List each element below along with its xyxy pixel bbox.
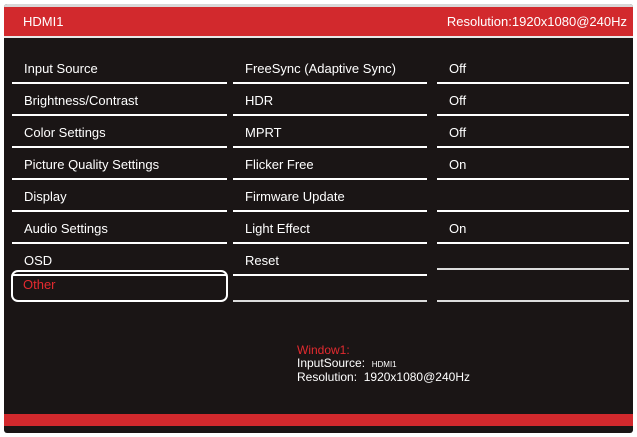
submenu-item-firmware-update[interactable]: Firmware Update [233, 182, 427, 212]
value-flicker-free[interactable]: On [437, 150, 629, 180]
menu-item-label: Audio Settings [24, 221, 108, 236]
menu-item-brightness-contrast[interactable]: Brightness/Contrast [12, 86, 227, 116]
menu-item-label: Brightness/Contrast [24, 93, 139, 108]
menu-item-picture-quality-settings[interactable]: Picture Quality Settings [12, 150, 227, 180]
submenu-item-label: Light Effect [245, 221, 310, 236]
menu-item-input-source[interactable]: Input Source [12, 54, 227, 84]
submenu-item-label: FreeSync (Adaptive Sync) [245, 61, 397, 76]
value-freesync[interactable]: Off [437, 54, 629, 84]
resolution-indicator: Resolution:1920x1080@240Hz [446, 14, 627, 29]
submenu-item-freesync[interactable]: FreeSync (Adaptive Sync) [233, 54, 427, 84]
resolution-info: Resolution: 1920x1080@240Hz [297, 371, 470, 384]
menu-item-audio-settings[interactable]: Audio Settings [12, 214, 227, 244]
header-divider [4, 36, 633, 38]
value-mprt[interactable]: Off [437, 118, 629, 148]
menu-item-label: Picture Quality Settings [24, 157, 160, 172]
resolution-value: 1920x1080@240Hz [363, 370, 470, 384]
submenu-item-label: HDR [245, 93, 274, 108]
value-firmware-update [437, 182, 629, 212]
menu-item-label: Color Settings [24, 125, 106, 140]
osd-menu: HDMI1 Resolution:1920x1080@240Hz Input S… [4, 4, 633, 433]
window-info: Window1: InputSource: HDMI1 Resolution: … [297, 344, 470, 384]
menu-item-label: Display [24, 189, 67, 204]
submenu-empty-slot [233, 272, 427, 302]
submenu-item-label: MPRT [245, 125, 282, 140]
submenu-item-label: Reset [245, 253, 279, 268]
submenu-item-label: Flicker Free [245, 157, 314, 172]
value-hdr[interactable]: Off [437, 86, 629, 116]
menu-item-other[interactable]: Other [11, 270, 228, 302]
value-empty-slot [437, 272, 629, 302]
value-label: On [449, 157, 467, 172]
value-label: On [449, 221, 467, 236]
value-label: Off [449, 93, 467, 108]
bottom-accent-bar [4, 414, 633, 426]
submenu-item-flicker-free[interactable]: Flicker Free [233, 150, 427, 180]
value-reset [437, 240, 629, 270]
submenu-item-label: Firmware Update [245, 189, 345, 204]
menu-item-label: OSD [24, 253, 53, 268]
input-source-value: HDMI1 [371, 360, 397, 369]
submenu-item-mprt[interactable]: MPRT [233, 118, 427, 148]
submenu-item-hdr[interactable]: HDR [233, 86, 427, 116]
input-source-info: InputSource: HDMI1 [297, 357, 470, 371]
value-label: Off [449, 61, 467, 76]
resolution-label: Resolution: [297, 370, 358, 384]
submenu-item-light-effect[interactable]: Light Effect [233, 214, 427, 244]
osd-header: HDMI1 Resolution:1920x1080@240Hz [4, 7, 633, 36]
menu-item-label: Other [23, 277, 56, 292]
menu-item-label: Input Source [24, 61, 98, 76]
input-source-label: InputSource: [297, 356, 366, 370]
menu-item-display[interactable]: Display [12, 182, 227, 212]
menu-item-color-settings[interactable]: Color Settings [12, 118, 227, 148]
input-source-indicator: HDMI1 [23, 14, 64, 29]
value-label: Off [449, 125, 467, 140]
